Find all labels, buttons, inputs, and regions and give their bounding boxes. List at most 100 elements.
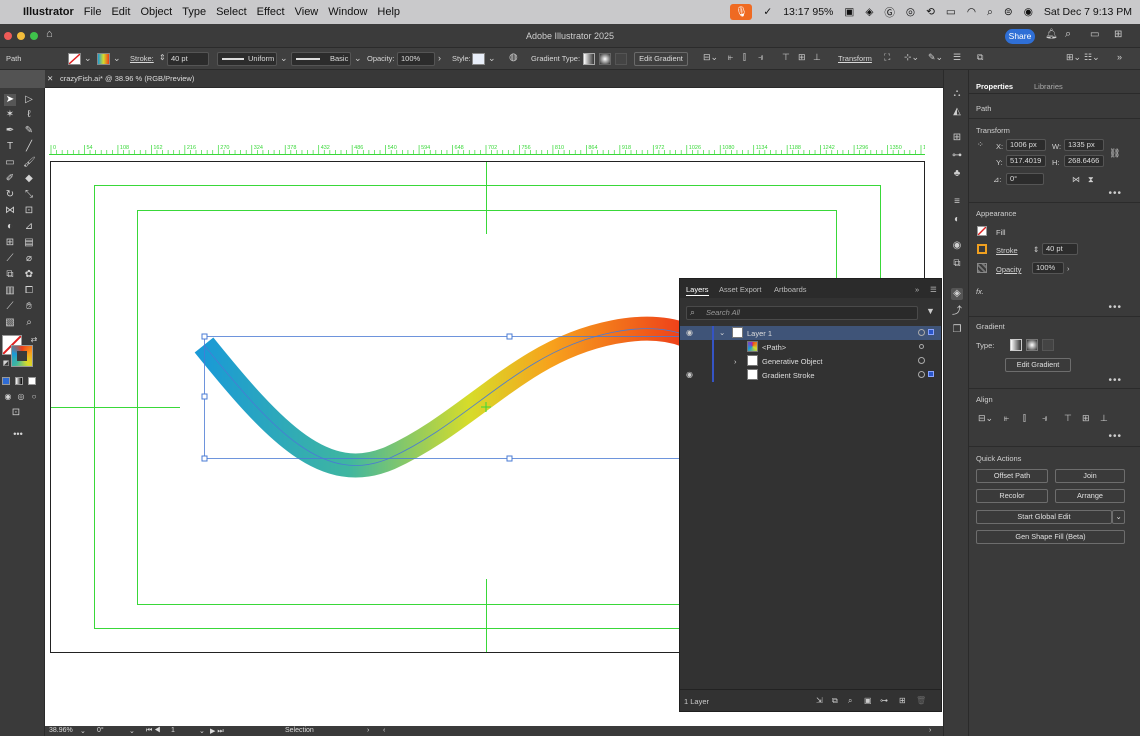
document-tab[interactable]: ✕ crazyFish.ai* @ 38.96 % (RGB/Preview) [45, 70, 943, 88]
scale-tool-icon[interactable]: ⤡ [23, 189, 35, 201]
freeform-gradient-icon[interactable] [615, 53, 627, 65]
reference-point-icon[interactable]: ⁘ [977, 140, 984, 149]
stroke-label[interactable]: Stroke: [130, 54, 154, 63]
actions-icon[interactable]: ◭ [951, 106, 963, 118]
style-chevron-icon[interactable]: ⌄ [488, 53, 496, 64]
graphic-style-swatch[interactable] [472, 53, 485, 65]
appearance-opacity-input[interactable]: 100% [1032, 262, 1064, 274]
constrain-proportions-icon[interactable]: ⛓︎ [1109, 148, 1120, 159]
tab-properties[interactable]: Properties [976, 82, 1013, 91]
symbols-icon[interactable]: ♣ [951, 168, 963, 180]
history-icon[interactable]: ⟲ [926, 6, 935, 18]
collect-for-export-icon[interactable]: ⇲ [816, 696, 823, 705]
zoom-tool-icon[interactable]: ⌕ [23, 317, 35, 329]
props-align-left-icon[interactable]: ⫦ [1004, 413, 1009, 424]
edit-toolbar-icon[interactable]: ••• [12, 428, 24, 440]
type-tool-icon[interactable]: T [4, 141, 16, 153]
layer-row-generative-object[interactable]: › Generative Object [680, 354, 941, 368]
workspace-icon[interactable]: ▭ [1090, 29, 1099, 40]
search-icon[interactable]: ⌕ [1065, 28, 1071, 41]
flip-horizontal-icon[interactable]: ⋈ [1072, 175, 1080, 184]
align-panel-icon[interactable]: ⊶ [951, 150, 963, 162]
layer-row-path[interactable]: <Path> [680, 340, 941, 354]
appearance-fill-swatch[interactable] [977, 226, 987, 236]
appearance-icon[interactable]: ◉ [951, 240, 963, 252]
paintbrush-tool-icon[interactable]: 🖌︎ [23, 157, 36, 169]
menu-edit[interactable]: Edit [111, 6, 130, 18]
offset-path-button[interactable]: Offset Path [976, 469, 1048, 483]
make-clipping-mask-icon[interactable]: ▣ [864, 696, 872, 705]
shaper-tool-icon[interactable]: ✐ [4, 173, 16, 185]
libraries-icon[interactable]: ⛬ [951, 88, 963, 100]
eraser-tool-icon[interactable]: ◆ [23, 173, 35, 185]
brush-definition-select[interactable]: Basic [291, 52, 351, 66]
stroke-swatch[interactable] [97, 53, 110, 65]
expand-chevron-icon[interactable]: › [734, 357, 737, 366]
colorwheel-icon[interactable]: ◎ [906, 6, 915, 18]
fill-dropdown-chevron-icon[interactable]: ⌄ [84, 53, 92, 64]
menu-file[interactable]: File [84, 6, 102, 18]
artboard-tool-icon[interactable]: ⧠ [23, 285, 35, 297]
gen-shape-fill-button[interactable]: Gen Shape Fill (Beta) [976, 530, 1125, 544]
collapse-panel-icon[interactable]: » [915, 285, 919, 294]
zoom-level[interactable]: 38.96% [49, 727, 73, 734]
menubar-datetime[interactable]: Sat Dec 7 9:13 PM [1044, 6, 1132, 18]
bell-icon[interactable]: 🔔︎ [1045, 29, 1058, 40]
visibility-eye-icon[interactable]: ◉ [686, 328, 693, 337]
layer-name[interactable]: Gradient Stroke [762, 371, 815, 380]
align-top-icon[interactable]: ⊤ [782, 52, 790, 63]
appearance-opacity-label[interactable]: Opacity [996, 265, 1021, 274]
global-edit-options-chevron-icon[interactable]: ⌄ [1112, 510, 1125, 524]
freeform-gradient-type-icon[interactable] [1042, 339, 1054, 351]
target-circle-icon[interactable] [919, 344, 924, 349]
gradient-stroke-path[interactable] [194, 316, 690, 478]
handle-middle-left[interactable] [201, 393, 208, 400]
battery-level-icon[interactable]: ▭ [946, 6, 956, 18]
menu-object[interactable]: Object [140, 6, 172, 18]
close-tab-icon[interactable]: ✕ [47, 74, 53, 83]
gradient-mode-icon[interactable] [15, 377, 23, 385]
handle-top-left[interactable] [201, 333, 208, 340]
props-align-right-icon[interactable]: ⫣ [1042, 413, 1047, 424]
gradient-more-icon[interactable]: ••• [1108, 375, 1122, 386]
artboards-panel-icon[interactable]: ❐ [951, 324, 963, 336]
properties-toggle-icon[interactable]: ☷⌄ [1084, 52, 1100, 63]
create-sublayer-icon[interactable]: ⊶ [880, 696, 888, 705]
direct-selection-tool-icon[interactable]: ▷ [23, 94, 35, 106]
battery-time[interactable]: 13:17 95% [783, 6, 833, 18]
arrange-icon[interactable]: ⊞⌄ [1066, 52, 1081, 63]
graph-tool-icon[interactable]: ▥ [4, 285, 16, 297]
stroke-panel-icon[interactable]: ≡ [951, 196, 963, 208]
line-segment-tool-icon[interactable]: ╱ [23, 141, 35, 153]
slice-tool-icon[interactable]: ⟋ [4, 301, 16, 313]
hand-tool-icon[interactable]: ✋︎ [23, 301, 35, 313]
transform-link[interactable]: Transform [838, 54, 872, 63]
appearance-stroke-label[interactable]: Stroke [996, 246, 1018, 255]
shape-builder-tool-icon[interactable]: ◐ [4, 221, 16, 233]
stroke-weight-input[interactable]: 40 pt [167, 52, 209, 66]
props-align-top-icon[interactable]: ⊤ [1064, 413, 1072, 424]
y-position-input[interactable]: 517.4019 [1006, 155, 1046, 167]
linear-gradient-type-icon[interactable] [1010, 339, 1022, 351]
scroll-right-icon[interactable]: › [929, 727, 931, 734]
export-icon[interactable]: ⧉ [951, 258, 963, 270]
filter-icon[interactable]: ▼ [926, 306, 935, 316]
color-wheel-tool-icon[interactable]: ▧ [4, 317, 16, 329]
artboard-chevron-icon[interactable]: ⌄ [199, 727, 205, 735]
stroke-dropdown-chevron-icon[interactable]: ⌄ [113, 53, 121, 64]
layer-name[interactable]: Layer 1 [747, 329, 772, 338]
rotation-chevron-icon[interactable]: ⌄ [129, 727, 135, 735]
locate-object-icon[interactable]: ⌕ [848, 696, 852, 706]
rotate-input[interactable]: 0° [1006, 173, 1044, 185]
linear-gradient-icon[interactable] [583, 53, 595, 65]
layers-panel-icon[interactable]: ◈ [951, 288, 963, 300]
transparency-icon[interactable]: ◐ [951, 214, 963, 226]
stroke-stepper-icon[interactable]: ⇕ [159, 53, 166, 62]
layer-row-layer-1[interactable]: ◉ ⌄ Layer 1 [680, 326, 941, 340]
target-circle-icon[interactable] [918, 357, 925, 364]
curvature-tool-icon[interactable]: ✎ [23, 125, 35, 137]
free-transform-tool-icon[interactable]: ⊡ [23, 205, 35, 217]
menu-view[interactable]: View [295, 6, 319, 18]
layer-name[interactable]: <Path> [762, 343, 786, 352]
layer-row-gradient-stroke[interactable]: ◉ Gradient Stroke [680, 368, 941, 382]
